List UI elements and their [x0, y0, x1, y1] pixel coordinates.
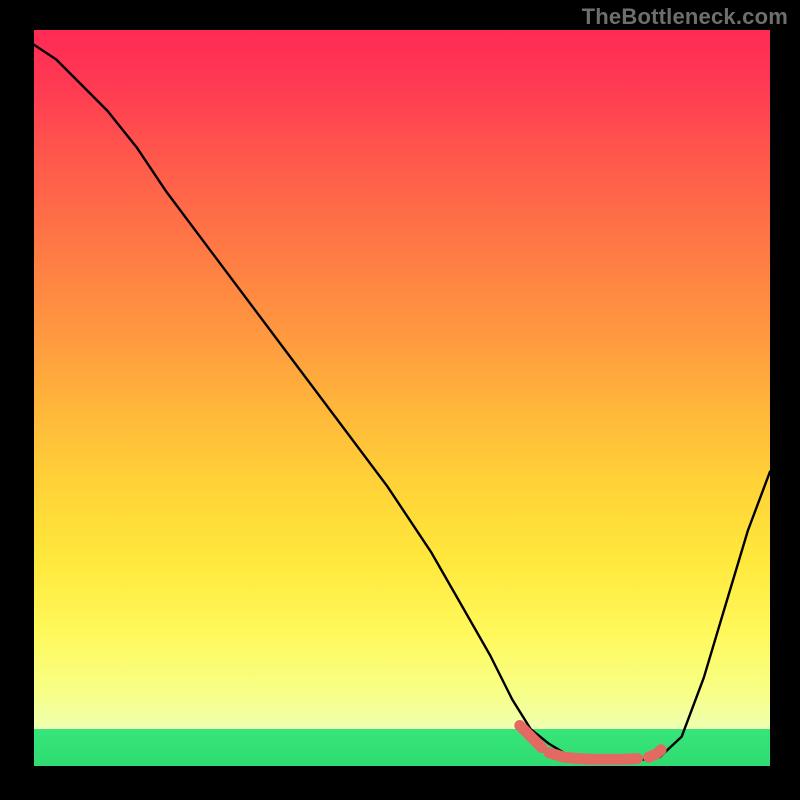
highlight-segment	[623, 759, 638, 760]
bottleneck-curve	[34, 45, 770, 760]
watermark-text: TheBottleneck.com	[582, 4, 788, 30]
plot-area	[34, 30, 770, 766]
chart-frame: TheBottleneck.com	[0, 0, 800, 800]
highlight-dot	[515, 720, 525, 730]
highlight-segment	[531, 737, 542, 748]
highlight-dot	[656, 745, 666, 755]
curve-svg	[34, 30, 770, 766]
highlight-segments	[515, 720, 667, 759]
